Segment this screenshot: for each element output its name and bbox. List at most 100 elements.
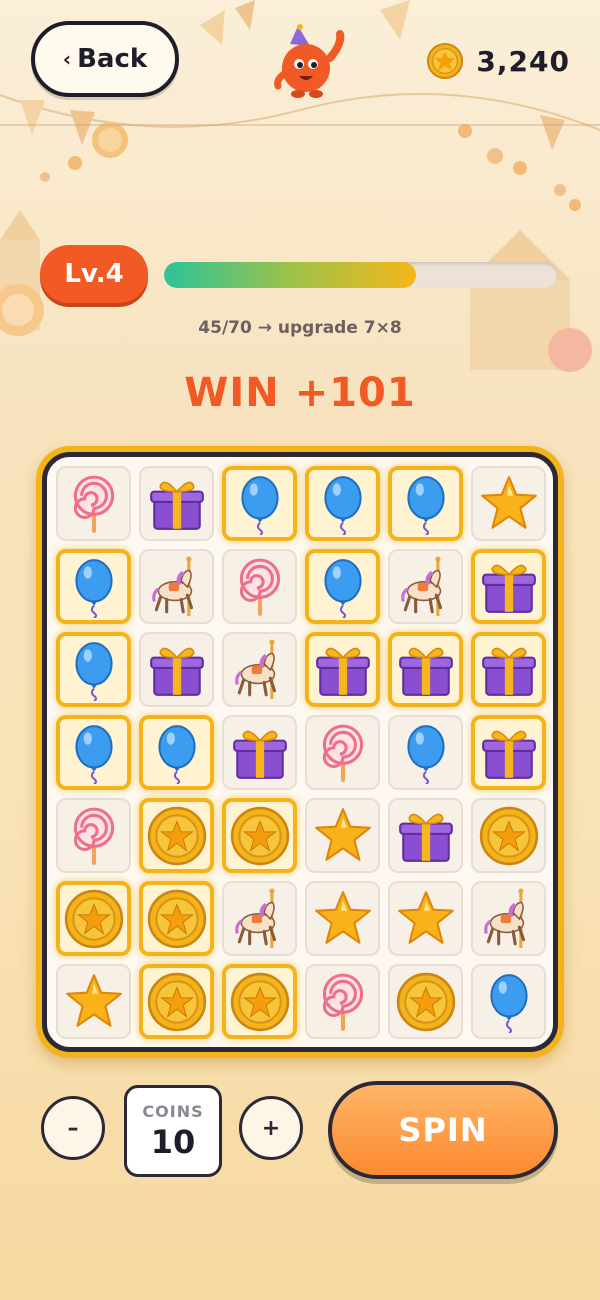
bet-label: COINS bbox=[142, 1101, 204, 1121]
slot-cell bbox=[139, 715, 214, 790]
coin-icon bbox=[395, 971, 457, 1033]
slot-cell bbox=[471, 715, 546, 790]
star-icon bbox=[478, 473, 540, 535]
slot-grid bbox=[56, 466, 546, 1039]
star-icon bbox=[395, 888, 457, 950]
balloon-icon bbox=[395, 722, 457, 784]
slot-cell bbox=[388, 964, 463, 1039]
slot-cell bbox=[56, 964, 131, 1039]
chevron-left-icon: ‹ bbox=[62, 47, 72, 71]
balloon-icon bbox=[312, 556, 374, 618]
slot-cell bbox=[471, 632, 546, 707]
bet-display: COINS 10 bbox=[124, 1085, 222, 1177]
star-icon bbox=[312, 888, 374, 950]
slot-cell bbox=[471, 798, 546, 873]
coin-icon bbox=[229, 971, 291, 1033]
lollipop-icon bbox=[63, 805, 125, 867]
slot-board-inner bbox=[42, 452, 558, 1052]
coin-icon bbox=[427, 42, 464, 80]
slot-cell bbox=[388, 881, 463, 956]
slot-cell bbox=[222, 798, 297, 873]
slot-cell bbox=[388, 549, 463, 624]
slot-cell bbox=[388, 632, 463, 707]
balloon-icon bbox=[63, 639, 125, 701]
gift-icon bbox=[478, 556, 540, 618]
slot-cell bbox=[139, 881, 214, 956]
gift-icon bbox=[146, 639, 208, 701]
bet-value: 10 bbox=[150, 1122, 196, 1161]
carousel-horse-icon bbox=[395, 556, 457, 618]
slot-cell bbox=[305, 881, 380, 956]
gift-icon bbox=[478, 722, 540, 784]
level-progress-fill bbox=[164, 262, 417, 288]
coin-icon bbox=[63, 888, 125, 950]
lollipop-icon bbox=[229, 556, 291, 618]
progress-text: 45/70 → upgrade 7×8 bbox=[198, 318, 402, 338]
increase-bet-button[interactable]: + bbox=[239, 1096, 303, 1160]
slot-cell bbox=[56, 715, 131, 790]
slot-cell bbox=[388, 715, 463, 790]
lollipop-icon bbox=[63, 473, 125, 535]
back-label: Back bbox=[77, 44, 148, 74]
back-button[interactable]: ‹ Back bbox=[31, 21, 179, 97]
carousel-horse-icon bbox=[229, 639, 291, 701]
slot-cell bbox=[139, 466, 214, 541]
gift-icon bbox=[229, 722, 291, 784]
level-progress-bar bbox=[164, 262, 558, 288]
carousel-horse-icon bbox=[146, 556, 208, 618]
balloon-icon bbox=[312, 473, 374, 535]
coin-balance: 3,240 bbox=[426, 42, 570, 80]
slot-cell bbox=[56, 798, 131, 873]
slot-cell bbox=[305, 549, 380, 624]
slot-cell bbox=[471, 881, 546, 956]
star-icon bbox=[312, 805, 374, 867]
carousel-horse-icon bbox=[229, 888, 291, 950]
carousel-horse-icon bbox=[478, 888, 540, 950]
balloon-icon bbox=[63, 556, 125, 618]
slot-cell bbox=[139, 549, 214, 624]
gift-icon bbox=[146, 473, 208, 535]
spin-button[interactable]: SPIN bbox=[328, 1081, 558, 1179]
coin-icon bbox=[146, 805, 208, 867]
decrease-bet-button[interactable]: – bbox=[41, 1096, 105, 1160]
slot-cell bbox=[388, 466, 463, 541]
slot-cell bbox=[471, 549, 546, 624]
slot-cell bbox=[222, 964, 297, 1039]
slot-cell bbox=[56, 881, 131, 956]
slot-cell bbox=[305, 964, 380, 1039]
balloon-icon bbox=[395, 473, 457, 535]
slot-cell bbox=[56, 466, 131, 541]
slot-cell bbox=[305, 798, 380, 873]
balloon-icon bbox=[146, 722, 208, 784]
party-mascot-icon bbox=[274, 24, 345, 98]
slot-cell bbox=[222, 881, 297, 956]
slot-cell bbox=[305, 632, 380, 707]
gift-icon bbox=[395, 639, 457, 701]
slot-cell bbox=[222, 632, 297, 707]
level-badge: Lv.4 bbox=[40, 245, 148, 303]
gift-icon bbox=[478, 639, 540, 701]
slot-cell bbox=[56, 632, 131, 707]
star-icon bbox=[63, 971, 125, 1033]
slot-cell bbox=[305, 466, 380, 541]
balloon-icon bbox=[229, 473, 291, 535]
win-amount: WIN +101 bbox=[184, 370, 416, 416]
lollipop-icon bbox=[312, 971, 374, 1033]
coin-icon bbox=[146, 888, 208, 950]
slot-cell bbox=[222, 715, 297, 790]
coin-icon bbox=[229, 805, 291, 867]
gift-icon bbox=[312, 639, 374, 701]
slot-cell bbox=[471, 466, 546, 541]
slot-cell bbox=[388, 798, 463, 873]
slot-cell bbox=[222, 466, 297, 541]
slot-cell bbox=[56, 549, 131, 624]
slot-cell bbox=[139, 964, 214, 1039]
lollipop-icon bbox=[312, 722, 374, 784]
balloon-icon bbox=[478, 971, 540, 1033]
coin-amount: 3,240 bbox=[476, 44, 570, 78]
coin-icon bbox=[146, 971, 208, 1033]
slot-cell bbox=[471, 964, 546, 1039]
slot-board bbox=[36, 446, 564, 1058]
slot-cell bbox=[222, 549, 297, 624]
coin-icon bbox=[478, 805, 540, 867]
